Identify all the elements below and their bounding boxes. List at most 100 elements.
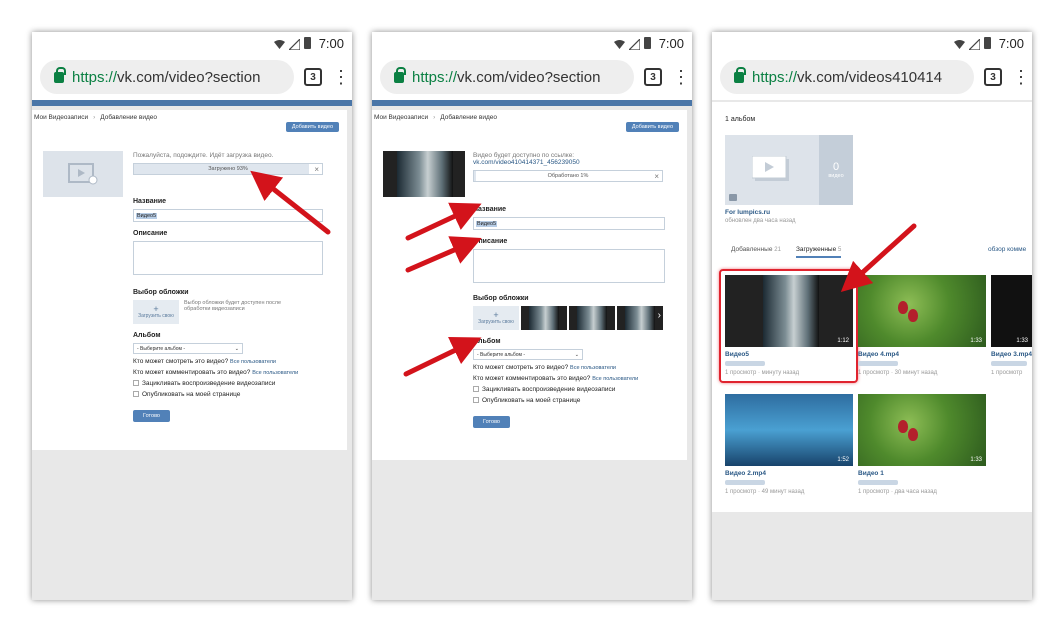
video-title[interactable]: Видео 4.mp4 bbox=[858, 351, 899, 358]
publish-checkbox[interactable] bbox=[473, 397, 479, 404]
video-link[interactable]: vk.com/video410414371_456239050 bbox=[473, 159, 663, 166]
address-bar[interactable]: https://vk.com/video?section bbox=[40, 60, 294, 94]
chevron-right-icon[interactable]: › bbox=[658, 310, 661, 321]
overview-link[interactable]: обзор комме bbox=[988, 246, 1026, 253]
publish-checkbox-row[interactable]: Опубликовать на моей странице bbox=[133, 391, 323, 398]
albums-count: 1 альбом bbox=[725, 116, 756, 123]
breadcrumb-my-videos[interactable]: Мои Видеозаписи bbox=[374, 114, 428, 121]
signal-icon bbox=[627, 37, 641, 51]
privacy-view-row: Кто может смотреть это видео? Все пользо… bbox=[133, 358, 323, 365]
video-duration: 1:33 bbox=[1016, 338, 1028, 344]
publish-checkbox[interactable] bbox=[133, 391, 139, 398]
lock-icon bbox=[734, 66, 746, 83]
cover-note: Выбор обложки будет доступен после обраб… bbox=[184, 300, 282, 312]
name-input[interactable]: Видео5 bbox=[473, 217, 665, 230]
cancel-upload-icon[interactable]: × bbox=[314, 165, 319, 174]
url-protocol: https:// bbox=[412, 68, 458, 86]
upload-cover-button[interactable]: + Загрузить свою bbox=[473, 306, 519, 330]
loop-checkbox[interactable] bbox=[133, 380, 139, 387]
loop-label: Зацикливать воспроизведение видеозаписи bbox=[482, 386, 616, 393]
done-button[interactable]: Готово bbox=[133, 410, 170, 422]
status-bar: 7:00 bbox=[712, 32, 1032, 54]
publish-checkbox-row[interactable]: Опубликовать на моей странице bbox=[473, 397, 665, 404]
blurred-author bbox=[991, 361, 1027, 366]
more-menu-icon[interactable]: ⋮ bbox=[672, 67, 690, 88]
video-thumbnail[interactable]: 1:33 bbox=[991, 275, 1032, 347]
video-thumbnail[interactable]: 1:33 bbox=[858, 394, 986, 466]
video-meta: 1 просмотр · 49 минут назад bbox=[725, 489, 805, 495]
video-meta: 1 просмотр bbox=[991, 370, 1023, 376]
album-title[interactable]: For lumpics.ru bbox=[725, 209, 770, 216]
upload-cover-button[interactable]: + Загрузить свою bbox=[133, 300, 179, 324]
description-input[interactable] bbox=[473, 249, 665, 283]
cover-option[interactable]: › bbox=[617, 306, 663, 330]
loop-checkbox-row[interactable]: Зацикливать воспроизведение видеозаписи bbox=[473, 386, 665, 393]
privacy-comment-label: Кто может комментировать это видео? bbox=[133, 369, 251, 376]
address-bar[interactable]: https://vk.com/video?section bbox=[380, 60, 634, 94]
breadcrumb-current: Добавление видео bbox=[100, 113, 158, 121]
video-title[interactable]: Видео 1 bbox=[858, 470, 884, 477]
chevron-down-icon: ⌄ bbox=[234, 345, 239, 352]
video-thumbnail[interactable]: 1:52 bbox=[725, 394, 853, 466]
video-preview bbox=[383, 151, 465, 197]
video-duration: 1:33 bbox=[970, 338, 982, 344]
video-duration: 1:52 bbox=[837, 457, 849, 463]
description-input[interactable] bbox=[133, 241, 323, 275]
album-select[interactable]: - Выберите альбом - ⌄ bbox=[473, 349, 583, 360]
video-title[interactable]: Видео 2.mp4 bbox=[725, 470, 766, 477]
name-value: Видео5 bbox=[136, 212, 158, 219]
vk-header bbox=[372, 100, 692, 106]
privacy-comment-select[interactable]: Все пользователи bbox=[592, 376, 638, 382]
tab-switcher-button[interactable]: 3 bbox=[644, 68, 662, 86]
video-tabs: Добавленные 21 Загруженные 5 обзор комме bbox=[712, 242, 1032, 258]
video-meta: 1 просмотр · 30 минут назад bbox=[858, 370, 938, 376]
privacy-comment-select[interactable]: Все пользователи bbox=[252, 370, 298, 376]
status-bar: 7:00 bbox=[32, 32, 352, 54]
lock-icon bbox=[54, 66, 66, 83]
more-menu-icon[interactable]: ⋮ bbox=[1012, 67, 1030, 88]
tab-uploaded[interactable]: Загруженные 5 bbox=[796, 246, 842, 258]
cover-option[interactable] bbox=[569, 306, 615, 330]
wifi-icon bbox=[953, 38, 965, 49]
album-select-value: - Выберите альбом - bbox=[137, 345, 185, 352]
address-bar[interactable]: https://vk.com/videos410414 bbox=[720, 60, 974, 94]
privacy-view-select[interactable]: Все пользователи bbox=[570, 365, 616, 371]
cover-label: Выбор обложки bbox=[133, 289, 189, 296]
tab-added[interactable]: Добавленные 21 bbox=[731, 246, 781, 253]
video-title[interactable]: Видео 3.mp4 bbox=[991, 351, 1032, 358]
battery-icon bbox=[983, 37, 991, 49]
tab-switcher-button[interactable]: 3 bbox=[984, 68, 1002, 86]
wifi-icon bbox=[273, 38, 285, 49]
add-video-button[interactable]: Добавить видео bbox=[285, 122, 339, 132]
privacy-comment-label: Кто может комментировать это видео? bbox=[473, 375, 591, 382]
tab-switcher-button[interactable]: 3 bbox=[304, 68, 322, 86]
more-menu-icon[interactable]: ⋮ bbox=[332, 67, 350, 88]
breadcrumb-my-videos[interactable]: Мои Видеозаписи bbox=[34, 114, 88, 121]
blurred-author bbox=[858, 480, 898, 485]
description-label: Описание bbox=[473, 238, 508, 245]
battery-icon bbox=[303, 37, 311, 49]
status-bar: 7:00 bbox=[372, 32, 692, 54]
description-label: Описание bbox=[133, 230, 168, 237]
name-input[interactable]: Видео5 bbox=[133, 209, 323, 222]
upload-cover-label: Загрузить свою bbox=[138, 313, 174, 319]
album-label: Альбом bbox=[133, 332, 161, 339]
loop-label: Зацикливать воспроизведение видеозаписи bbox=[142, 380, 276, 387]
album-updated: обновлен два часа назад bbox=[725, 218, 796, 224]
video-thumbnail[interactable]: 1:33 bbox=[858, 275, 986, 347]
loop-checkbox-row[interactable]: Зацикливать воспроизведение видеозаписи bbox=[133, 380, 323, 387]
upload-form: Мои Видеозаписи › Добавление видео Добав… bbox=[32, 110, 347, 450]
cancel-processing-icon[interactable]: × bbox=[654, 172, 659, 181]
plus-icon: + bbox=[493, 310, 499, 320]
lock-icon bbox=[729, 194, 737, 201]
done-button[interactable]: Готово bbox=[473, 416, 510, 428]
loop-checkbox[interactable] bbox=[473, 386, 479, 393]
chevron-right-icon: › bbox=[433, 113, 436, 121]
add-video-button[interactable]: Добавить видео bbox=[625, 122, 679, 132]
privacy-comment-row: Кто может комментировать это видео? Все … bbox=[133, 369, 323, 376]
album-card[interactable]: 0 видео bbox=[725, 135, 853, 205]
processing-progress: Обработано 1% × bbox=[473, 170, 663, 182]
privacy-view-select[interactable]: Все пользователи bbox=[230, 359, 276, 365]
album-select[interactable]: - Выберите альбом - ⌄ bbox=[133, 343, 243, 354]
cover-option[interactable] bbox=[521, 306, 567, 330]
